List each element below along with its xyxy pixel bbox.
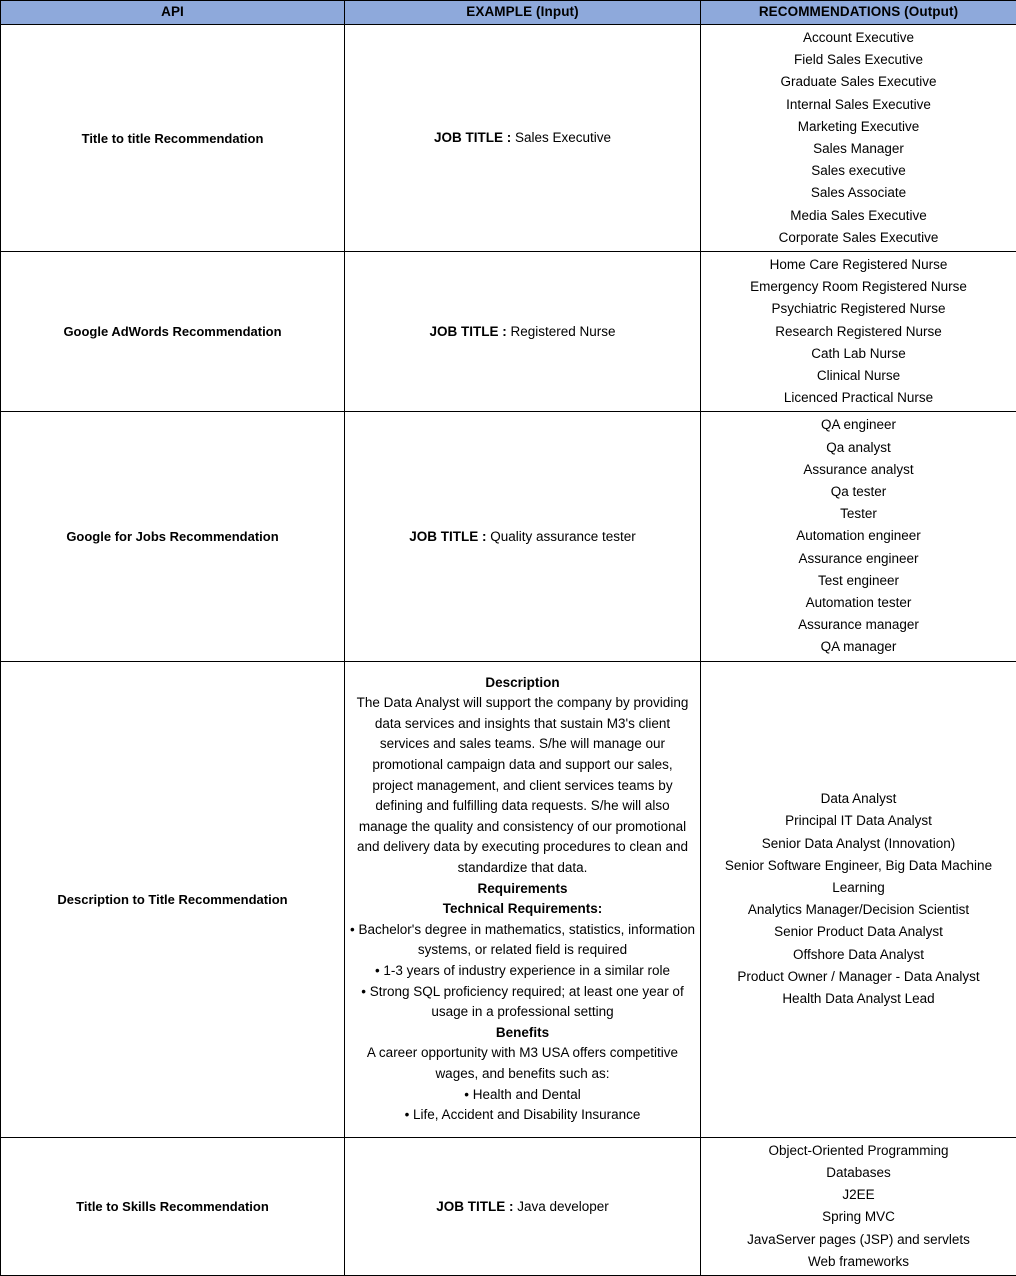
api-name-cell: Title to Skills Recommendation bbox=[1, 1137, 345, 1275]
recommendation-list: QA engineer Qa analyst Assurance analyst… bbox=[705, 414, 1012, 658]
api-name-cell: Title to title Recommendation bbox=[1, 25, 345, 252]
list-item: QA manager bbox=[705, 636, 1012, 658]
job-title-value: Sales Executive bbox=[515, 130, 611, 145]
list-item: Senior Product Data Analyst bbox=[705, 921, 1012, 943]
list-item: Automation engineer bbox=[705, 525, 1012, 547]
column-header-example: EXAMPLE (Input) bbox=[345, 1, 701, 25]
list-item: Psychiatric Registered Nurse bbox=[705, 298, 1012, 320]
list-item: Internal Sales Executive bbox=[705, 94, 1012, 116]
list-item: QA engineer bbox=[705, 414, 1012, 436]
list-item: Account Executive bbox=[705, 27, 1012, 49]
list-item: Emergency Room Registered Nurse bbox=[705, 276, 1012, 298]
example-input-cell: JOB TITLE : Java developer bbox=[345, 1137, 701, 1275]
list-item: Senior Software Engineer, Big Data Machi… bbox=[705, 855, 1012, 899]
job-title-label: JOB TITLE : bbox=[434, 130, 511, 145]
technical-bullet: • 1-3 years of industry experience in a … bbox=[349, 961, 696, 982]
list-item: Clinical Nurse bbox=[705, 365, 1012, 387]
job-title-value: Java developer bbox=[517, 1199, 609, 1214]
benefits-intro: A career opportunity with M3 USA offers … bbox=[349, 1043, 696, 1084]
list-item: Assurance manager bbox=[705, 614, 1012, 636]
recommendations-cell: Object-Oriented Programming Databases J2… bbox=[701, 1137, 1016, 1275]
example-input-cell: JOB TITLE : Quality assurance tester bbox=[345, 412, 701, 661]
benefits-heading: Benefits bbox=[349, 1023, 696, 1044]
list-item: Data Analyst bbox=[705, 788, 1012, 810]
job-title-value: Quality assurance tester bbox=[490, 529, 636, 544]
list-item: Marketing Executive bbox=[705, 116, 1012, 138]
recommendation-list: Account Executive Field Sales Executive … bbox=[705, 27, 1012, 249]
technical-bullet: • Strong SQL proficiency required; at le… bbox=[349, 982, 696, 1023]
list-item: Databases bbox=[705, 1162, 1012, 1184]
list-item: Cath Lab Nurse bbox=[705, 343, 1012, 365]
list-item: Product Owner / Manager - Data Analyst bbox=[705, 966, 1012, 988]
list-item: Automation tester bbox=[705, 592, 1012, 614]
table-row: Google AdWords Recommendation JOB TITLE … bbox=[1, 252, 1016, 412]
list-item: Sales Associate bbox=[705, 182, 1012, 204]
list-item: Research Registered Nurse bbox=[705, 321, 1012, 343]
list-item: Object-Oriented Programming bbox=[705, 1140, 1012, 1162]
recommendations-cell: Data Analyst Principal IT Data Analyst S… bbox=[701, 661, 1016, 1137]
table-body: Title to title Recommendation JOB TITLE … bbox=[1, 25, 1016, 1276]
table-header: API EXAMPLE (Input) RECOMMENDATIONS (Out… bbox=[1, 1, 1016, 25]
column-header-recommendations: RECOMMENDATIONS (Output) bbox=[701, 1, 1016, 25]
table-header-row: API EXAMPLE (Input) RECOMMENDATIONS (Out… bbox=[1, 1, 1016, 25]
table-row: Title to Skills Recommendation JOB TITLE… bbox=[1, 1137, 1016, 1275]
list-item: Assurance engineer bbox=[705, 548, 1012, 570]
list-item: Senior Data Analyst (Innovation) bbox=[705, 833, 1012, 855]
example-input-cell: JOB TITLE : Registered Nurse bbox=[345, 252, 701, 412]
api-name-cell: Google AdWords Recommendation bbox=[1, 252, 345, 412]
api-name-cell: Google for Jobs Recommendation bbox=[1, 412, 345, 661]
table-row: Google for Jobs Recommendation JOB TITLE… bbox=[1, 412, 1016, 661]
recommendations-cell: Account Executive Field Sales Executive … bbox=[701, 25, 1016, 252]
recommendations-cell: Home Care Registered Nurse Emergency Roo… bbox=[701, 252, 1016, 412]
example-input-cell: JOB TITLE : Sales Executive bbox=[345, 25, 701, 252]
list-item: Media Sales Executive bbox=[705, 205, 1012, 227]
list-item: JavaServer pages (JSP) and servlets bbox=[705, 1229, 1012, 1251]
list-item: Offshore Data Analyst bbox=[705, 944, 1012, 966]
job-title-label: JOB TITLE : bbox=[436, 1199, 513, 1214]
list-item: Home Care Registered Nurse bbox=[705, 254, 1012, 276]
recommendation-list: Object-Oriented Programming Databases J2… bbox=[705, 1140, 1012, 1273]
job-title-value: Registered Nurse bbox=[510, 324, 615, 339]
list-item: Principal IT Data Analyst bbox=[705, 810, 1012, 832]
requirements-heading: Requirements bbox=[349, 879, 696, 900]
recommendations-cell: QA engineer Qa analyst Assurance analyst… bbox=[701, 412, 1016, 661]
list-item: Test engineer bbox=[705, 570, 1012, 592]
job-title-label: JOB TITLE : bbox=[409, 529, 486, 544]
list-item: Web frameworks bbox=[705, 1251, 1012, 1273]
list-item: Health Data Analyst Lead bbox=[705, 988, 1012, 1010]
list-item: J2EE bbox=[705, 1184, 1012, 1206]
list-item: Assurance analyst bbox=[705, 459, 1012, 481]
list-item: Graduate Sales Executive bbox=[705, 71, 1012, 93]
recommendation-list: Home Care Registered Nurse Emergency Roo… bbox=[705, 254, 1012, 409]
list-item: Analytics Manager/Decision Scientist bbox=[705, 899, 1012, 921]
benefits-bullet: • Life, Accident and Disability Insuranc… bbox=[349, 1105, 696, 1126]
api-name-cell: Description to Title Recommendation bbox=[1, 661, 345, 1137]
list-item: Spring MVC bbox=[705, 1206, 1012, 1228]
example-input-cell: Description The Data Analyst will suppor… bbox=[345, 661, 701, 1137]
job-description-block: Description The Data Analyst will suppor… bbox=[349, 673, 696, 1126]
benefits-bullet: • Health and Dental bbox=[349, 1085, 696, 1106]
list-item: Sales executive bbox=[705, 160, 1012, 182]
column-header-api: API bbox=[1, 1, 345, 25]
description-heading: Description bbox=[349, 673, 696, 694]
list-item: Field Sales Executive bbox=[705, 49, 1012, 71]
list-item: Tester bbox=[705, 503, 1012, 525]
table-row: Description to Title Recommendation Desc… bbox=[1, 661, 1016, 1137]
api-recommendations-table: API EXAMPLE (Input) RECOMMENDATIONS (Out… bbox=[0, 0, 1016, 1276]
job-title-label: JOB TITLE : bbox=[429, 324, 506, 339]
list-item: Licenced Practical Nurse bbox=[705, 387, 1012, 409]
description-paragraph: The Data Analyst will support the compan… bbox=[349, 693, 696, 878]
list-item: Qa analyst bbox=[705, 437, 1012, 459]
list-item: Qa tester bbox=[705, 481, 1012, 503]
list-item: Corporate Sales Executive bbox=[705, 227, 1012, 249]
recommendation-list: Data Analyst Principal IT Data Analyst S… bbox=[705, 788, 1012, 1010]
list-item: Sales Manager bbox=[705, 138, 1012, 160]
technical-requirements-heading: Technical Requirements: bbox=[349, 899, 696, 920]
technical-bullet: • Bachelor's degree in mathematics, stat… bbox=[349, 920, 696, 961]
table-row: Title to title Recommendation JOB TITLE … bbox=[1, 25, 1016, 252]
